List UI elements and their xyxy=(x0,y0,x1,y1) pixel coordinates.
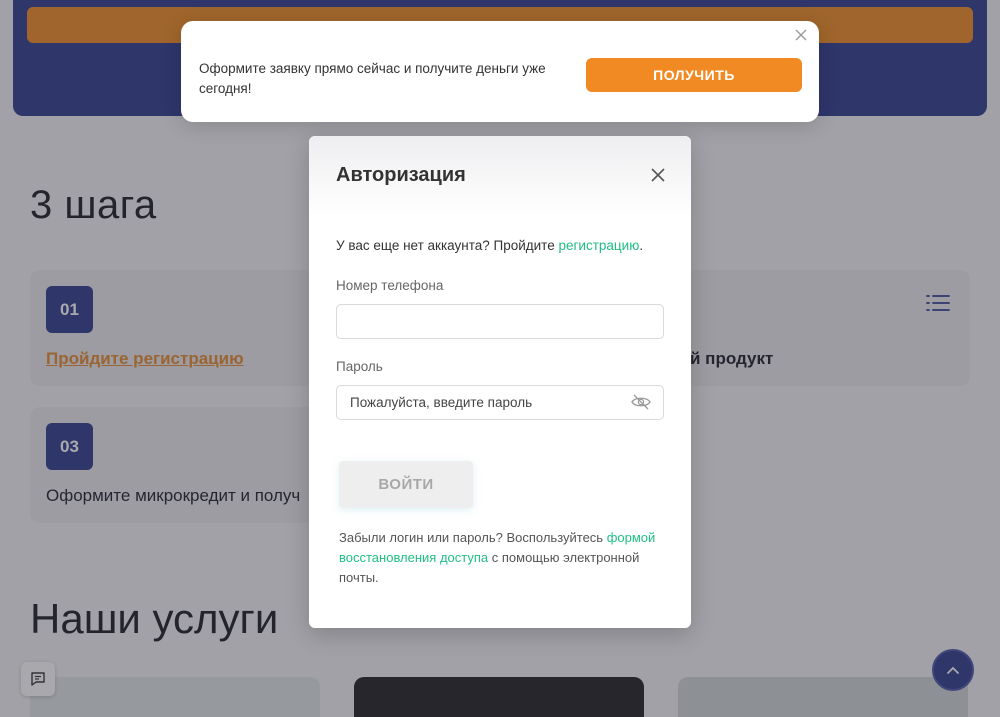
register-suffix: . xyxy=(639,238,644,253)
promo-get-button[interactable]: ПОЛУЧИТЬ xyxy=(586,58,802,92)
password-input[interactable] xyxy=(336,385,664,420)
auth-modal: Авторизация У вас еще нет аккаунта? Прой… xyxy=(309,136,691,628)
close-icon[interactable] xyxy=(651,168,665,182)
register-prompt: У вас еще нет аккаунта? Пройдите регистр… xyxy=(336,238,643,253)
register-prefix: У вас еще нет аккаунта? Пройдите xyxy=(336,238,559,253)
eye-off-icon[interactable] xyxy=(631,394,651,410)
modal-title: Авторизация xyxy=(336,164,466,186)
phone-label: Номер телефона xyxy=(336,278,444,293)
forgot-text: Забыли логин или пароль? Воспользуйтесь … xyxy=(339,528,659,588)
promo-popup: Оформите заявку прямо сейчас и получите … xyxy=(181,21,819,122)
password-label: Пароль xyxy=(336,359,383,374)
forgot-prefix: Забыли логин или пароль? Воспользуйтесь xyxy=(339,530,607,545)
phone-input[interactable] xyxy=(336,304,664,339)
login-button[interactable]: ВОЙТИ xyxy=(339,461,473,508)
register-link[interactable]: регистрацию xyxy=(558,238,639,253)
close-icon[interactable] xyxy=(795,29,807,41)
promo-text: Оформите заявку прямо сейчас и получите … xyxy=(199,61,546,96)
